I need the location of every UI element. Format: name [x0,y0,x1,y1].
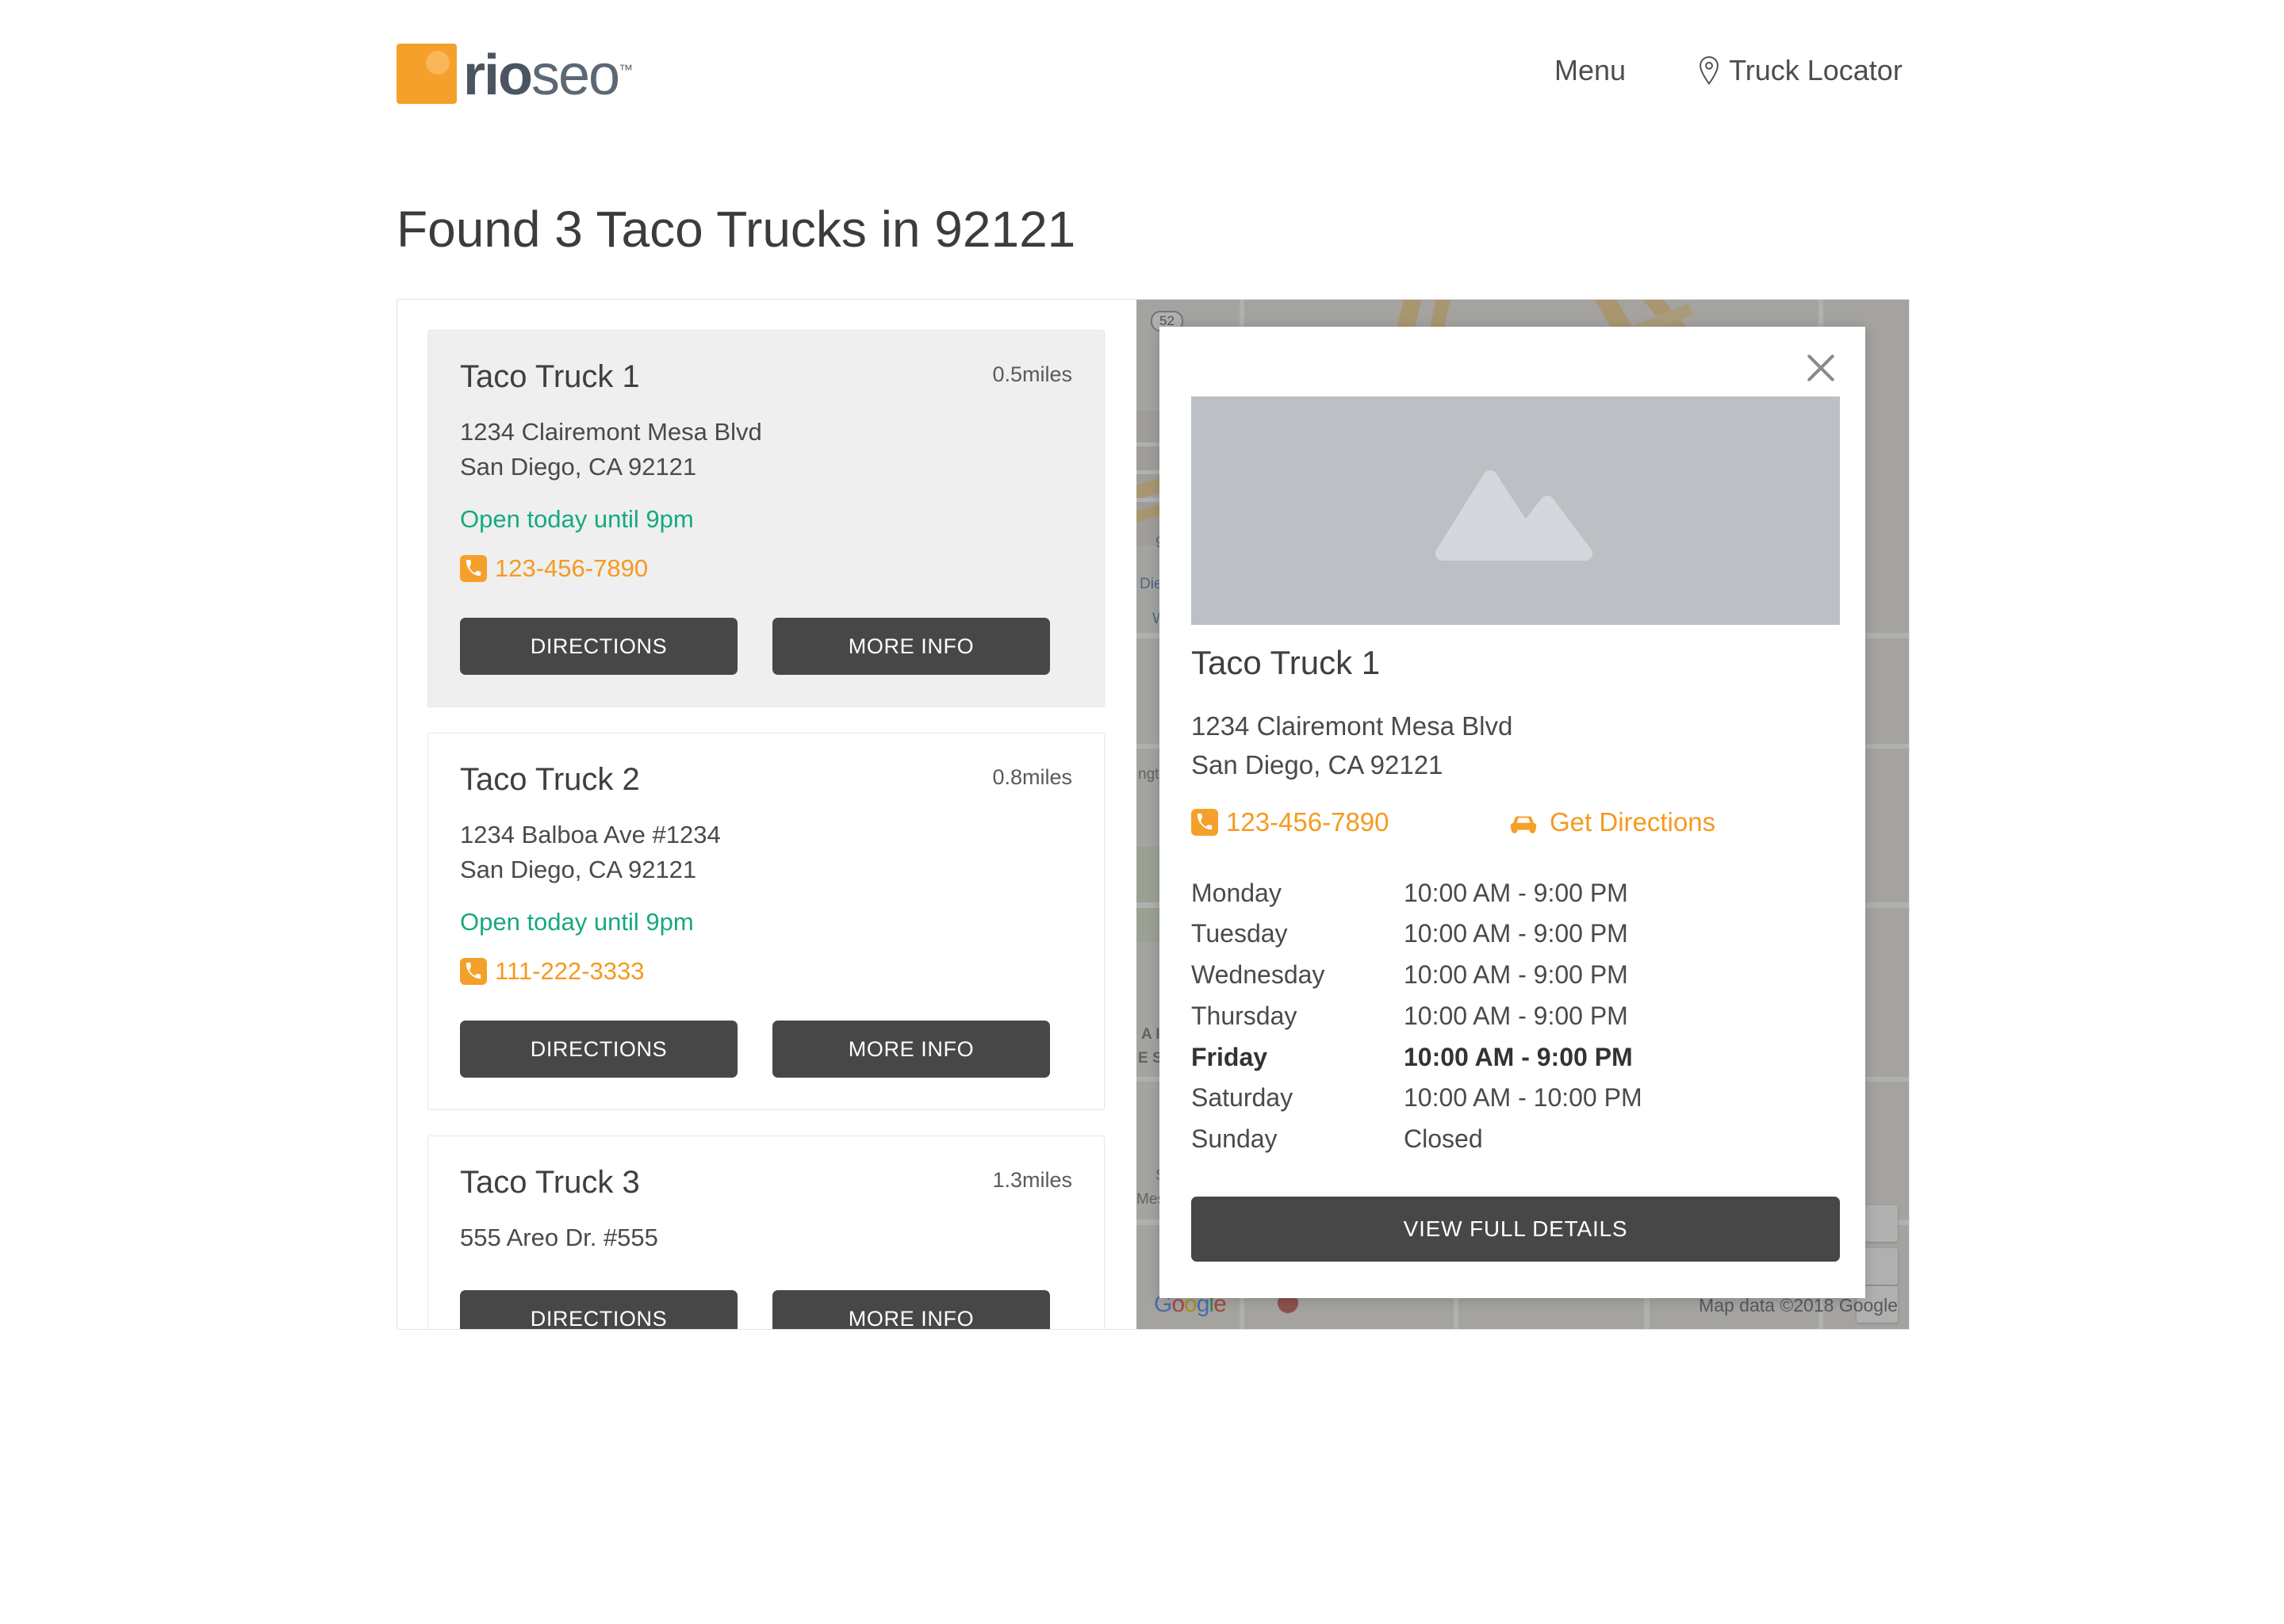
hours-row: Wednesday 10:00 AM - 9:00 PM [1191,960,1746,1002]
result-name: Taco Truck 1 [460,359,640,394]
result-card-header: Taco Truck 1 0.5miles [460,359,1072,394]
result-card[interactable]: Taco Truck 1 0.5miles 1234 Clairemont Me… [427,330,1105,708]
more-info-button[interactable]: MORE INFO [772,1290,1050,1329]
hours-value: 10:00 AM - 9:00 PM [1404,878,1628,907]
hours-day: Tuesday [1191,919,1288,948]
result-actions: DIRECTIONS MORE INFO [460,618,1072,676]
phone-icon [460,958,487,986]
results-list[interactable]: Taco Truck 1 0.5miles 1234 Clairemont Me… [397,300,1135,1329]
hours-value: Closed [1404,1124,1483,1154]
result-address: 1234 Balboa Ave #1234 San Diego, CA 9212… [460,818,1072,887]
result-actions: DIRECTIONS MORE INFO [460,1021,1072,1078]
result-phone[interactable]: 123-456-7890 [460,554,1072,583]
modal-phone[interactable]: 123-456-7890 [1191,807,1508,837]
result-actions: DIRECTIONS MORE INFO [460,1290,1072,1329]
hours-value: 10:00 AM - 9:00 PM [1404,960,1628,990]
hours-value: 10:00 AM - 9:00 PM [1404,1042,1633,1071]
result-distance: 0.8miles [992,765,1072,790]
result-card[interactable]: Taco Truck 3 1.3miles 555 Areo Dr. #555 … [427,1136,1105,1329]
hours-row-today: Friday 10:00 AM - 9:00 PM [1191,1043,1746,1084]
view-full-details-button[interactable]: VIEW FULL DETAILS [1191,1197,1840,1262]
get-directions-label: Get Directions [1550,806,1716,837]
result-name: Taco Truck 2 [460,762,640,798]
more-info-button[interactable]: MORE INFO [772,1021,1050,1078]
hours-day: Monday [1191,878,1282,907]
result-distance: 1.3miles [992,1168,1072,1193]
result-card-header: Taco Truck 2 0.8miles [460,762,1072,797]
phone-icon [460,555,487,583]
nav-item-truck-locator[interactable]: Truck Locator [1697,54,1903,87]
phone-icon [1191,808,1218,836]
result-card[interactable]: Taco Truck 2 0.8miles 1234 Balboa Ave #1… [427,733,1105,1111]
modal-address-line2: San Diego, CA 92121 [1191,749,1443,779]
page-root: rioseo™ Menu Truck Locator Found 3 Taco … [0,0,2284,1624]
hours-row: Thursday 10:00 AM - 9:00 PM [1191,1002,1746,1043]
result-name: Taco Truck 3 [460,1165,640,1201]
car-icon [1508,811,1539,833]
hours-row: Sunday Closed [1191,1124,1746,1166]
hours-day: Saturday [1191,1083,1293,1113]
result-distance: 0.5miles [992,362,1072,386]
modal-body: Taco Truck 1 1234 Clairemont Mesa Blvd S… [1191,644,1840,1166]
modal-location-name: Taco Truck 1 [1191,644,1381,681]
directions-button[interactable]: DIRECTIONS [460,1021,738,1078]
logo-wordmark: rioseo™ [463,47,633,104]
location-image-placeholder [1191,396,1840,625]
rioseo-logo[interactable]: rioseo™ [397,41,633,106]
hours-day: Thursday [1191,1001,1297,1030]
modal-phone-number: 123-456-7890 [1226,806,1389,837]
hours-row: Monday 10:00 AM - 9:00 PM [1191,879,1746,920]
nav-item-menu[interactable]: Menu [1554,54,1626,87]
map-pin-icon [1697,56,1721,86]
result-phone-number: 123-456-7890 [495,554,649,583]
logo-word-seo: seo [531,44,620,107]
result-address-line2: San Diego, CA 92121 [460,856,697,884]
image-placeholder-icon [1435,470,1592,561]
result-address: 555 Areo Dr. #555 [460,1220,1072,1255]
hours-value: 10:00 AM - 10:00 PM [1404,1083,1642,1113]
modal-actions: 123-456-7890 Get Directions [1191,807,1840,837]
result-address-line1: 1234 Clairemont Mesa Blvd [460,418,762,446]
result-phone-number: 111-222-3333 [495,957,645,986]
result-address-line1: 1234 Balboa Ave #1234 [460,821,721,849]
nav-item-truck-locator-label: Truck Locator [1729,54,1903,86]
page-title: Found 3 Taco Trucks in 92121 [397,201,1076,258]
result-address-line1: 555 Areo Dr. #555 [460,1224,658,1252]
hours-day: Sunday [1191,1124,1278,1154]
get-directions-link[interactable]: Get Directions [1508,807,1715,837]
hours-value: 10:00 AM - 9:00 PM [1404,919,1628,948]
hours-row: Saturday 10:00 AM - 10:00 PM [1191,1083,1746,1124]
result-card-header: Taco Truck 3 1.3miles [460,1165,1072,1200]
modal-address-line1: 1234 Clairemont Mesa Blvd [1191,711,1513,741]
hours-row: Tuesday 10:00 AM - 9:00 PM [1191,919,1746,960]
logo-mark-icon [397,44,457,104]
logo-word-rio: rio [463,44,533,107]
result-address-line2: San Diego, CA 92121 [460,453,697,481]
result-address: 1234 Clairemont Mesa Blvd San Diego, CA … [460,415,1072,485]
site-header: rioseo™ Menu Truck Locator [0,0,2284,163]
result-phone[interactable]: 111-222-3333 [460,957,1072,986]
directions-button[interactable]: DIRECTIONS [460,1290,738,1329]
logo-trademark: ™ [619,62,634,78]
close-icon[interactable] [1803,350,1838,385]
hours-day: Wednesday [1191,960,1325,990]
hours-table: Monday 10:00 AM - 9:00 PM Tuesday 10:00 … [1191,879,1746,1166]
hours-value: 10:00 AM - 9:00 PM [1404,1001,1628,1030]
hours-day: Friday [1191,1042,1268,1071]
location-detail-modal: Taco Truck 1 1234 Clairemont Mesa Blvd S… [1159,327,1865,1298]
result-hours-status: Open today until 9pm [460,908,694,936]
result-hours-status: Open today until 9pm [460,505,694,534]
more-info-button[interactable]: MORE INFO [772,618,1050,676]
header-nav: Menu Truck Locator [1554,54,1903,87]
modal-address: 1234 Clairemont Mesa Blvd San Diego, CA … [1191,707,1840,785]
directions-button[interactable]: DIRECTIONS [460,618,738,676]
